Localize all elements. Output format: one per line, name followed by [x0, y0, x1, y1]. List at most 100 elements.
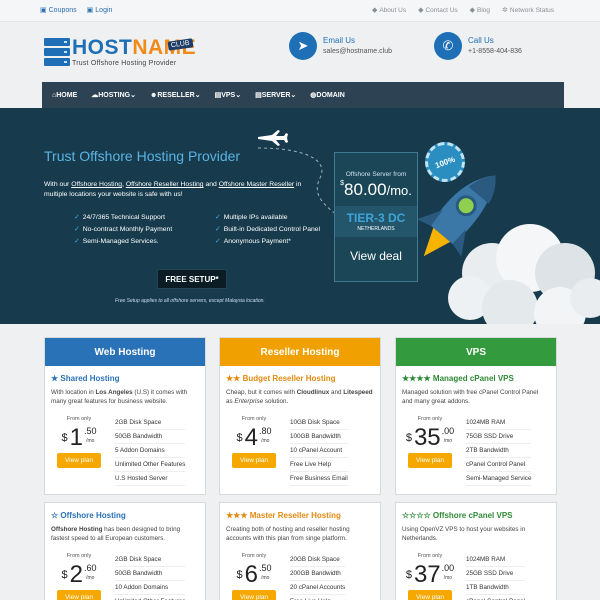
plan-feature-item: 25GB SSD Drive	[466, 567, 526, 581]
nav-hosting[interactable]: ☁HOSTING⌄	[91, 91, 136, 99]
network-status-link[interactable]: ✲ Network Status	[502, 6, 554, 14]
plan-description: Using OpenVZ VPS to host your websites i…	[402, 526, 526, 542]
nav-vps[interactable]: ▤VPS⌄	[215, 91, 242, 99]
plan-feature-item: cPanel Control Panel	[466, 458, 532, 472]
from-only-label: From only	[417, 553, 443, 559]
chevron-down-icon: ⌄	[130, 92, 136, 99]
blog-link[interactable]: ◆ Blog	[470, 6, 490, 14]
view-plan-button[interactable]: View plan	[407, 453, 453, 468]
coupons-link[interactable]: ▣ Coupons	[40, 6, 77, 14]
about-us-link[interactable]: ◆ About Us	[372, 6, 406, 14]
plan-feature-item: 10GB Disk Space	[290, 416, 348, 430]
plan-feature-item: Unlimited Other Features	[115, 595, 185, 600]
from-only-label: From only	[66, 416, 92, 422]
hero-banner: Trust Offshore Hosting Provider With our…	[0, 108, 600, 324]
plan-price: $4.80/mo	[236, 424, 272, 451]
feature-item: ✓ Built-in Dedicated Control Panel	[215, 226, 321, 233]
plan-price: $6.50/mo	[236, 561, 272, 588]
offshore-reseller-link[interactable]: Offshore Reseller Hosting	[126, 181, 204, 188]
star-rating-icon: ☆☆☆☆	[402, 511, 431, 520]
email-value: sales@hostname.club	[323, 48, 392, 55]
chevron-down-icon: ⌄	[235, 92, 242, 99]
login-link[interactable]: ▣ Login	[87, 6, 113, 14]
logo-host-text: HOST	[72, 36, 133, 59]
check-icon: ✓	[74, 226, 80, 233]
view-deal-button[interactable]: View deal	[335, 249, 417, 263]
plan-feature-item: 10 cPanel Account	[290, 444, 348, 458]
phone-contact[interactable]: ✆ Call Us +1-8558-404-836	[434, 32, 522, 60]
star-rating-icon: ★★	[226, 374, 241, 383]
phone-icon: ✆	[434, 32, 462, 60]
plan-description: Offshore Hosting has been designed to br…	[51, 526, 181, 542]
tag-icon: ▣	[40, 7, 47, 14]
star-rating-icon: ☆	[51, 511, 59, 520]
plan-feature-item: Unlimited Other Features	[115, 458, 186, 472]
plan-feature-item: 20 cPanel Accounts	[290, 581, 346, 595]
offshore-hosting-link[interactable]: Offshore Hosting	[71, 181, 122, 188]
plan-feature-item: 2GB Disk Space	[115, 416, 186, 430]
view-plan-button[interactable]: View plan	[56, 453, 102, 468]
card-header: VPS	[396, 338, 556, 366]
site-logo[interactable]: HOSTNAME CLUB Trust Offshore Hosting Pro…	[44, 36, 196, 72]
chevron-down-icon: ⌄	[290, 92, 297, 99]
view-plan-button[interactable]: View plan	[407, 590, 453, 600]
contact-us-link[interactable]: ◆ Contact Us	[418, 6, 458, 14]
plan-feature-item: 5 Addon Domains	[115, 444, 186, 458]
plan: ★★ Budget Reseller Hosting Cheap, but it…	[220, 374, 380, 486]
paper-plane-icon: ➤	[289, 32, 317, 60]
email-contact[interactable]: ➤ Email Us sales@hostname.club	[289, 32, 392, 60]
plan-feature-item: 20GB Disk Space	[290, 553, 346, 567]
plan-feature-item: 50GB Bandwidth	[115, 567, 186, 581]
view-plan-button[interactable]: View plan	[56, 590, 102, 600]
from-only-label: From only	[66, 553, 92, 559]
star-rating-icon: ★	[51, 374, 59, 383]
plan: ★ Shared Hosting With location in Los An…	[45, 374, 205, 486]
main-nav: ⌂HOME ☁HOSTING⌄ ☻RESELLER⌄ ▤VPS⌄ ▤SERVER…	[42, 82, 564, 108]
feature-item: ✓ No-contract Monthly Payment	[74, 226, 173, 233]
view-plan-button[interactable]: View plan	[231, 590, 277, 600]
logo-tagline: Trust Offshore Hosting Provider	[72, 60, 177, 67]
check-icon: ✓	[215, 238, 221, 245]
plan-description: Managed solution with free cPanel Contro…	[402, 389, 539, 405]
nav-reseller[interactable]: ☻RESELLER⌄	[150, 91, 201, 99]
pricing-card: ☆ Offshore Hosting Offshore Hosting has …	[44, 502, 206, 600]
check-icon: ✓	[74, 238, 80, 245]
plan-feature-item: 200GB Bandwidth	[290, 567, 346, 581]
nav-domain[interactable]: ◍DOMAIN	[310, 91, 345, 99]
tag-icon: ◆	[469, 7, 476, 14]
plan-feature-item: 100GB Bandwidth	[290, 430, 348, 444]
plan-name[interactable]: ★★★★ Managed cPanel VPS	[402, 374, 556, 383]
feature-list-left: ✓ 24/7/365 Technical Support ✓ No-contract…	[74, 212, 172, 248]
plan-feature-item: 75GB SSD Drive	[466, 430, 532, 444]
phone-value: +1-8558-404-836	[468, 48, 522, 55]
check-icon: ✓	[74, 214, 80, 221]
feature-item: ✓ Multiple IPs available	[215, 214, 288, 221]
plan-description: With location in Los Angeles (U.S) it co…	[51, 389, 188, 405]
pricing-card: VPS ★★★★ Managed cPanel VPS Managed solu…	[395, 337, 557, 495]
plan-name[interactable]: ☆ Offshore Hosting	[51, 511, 205, 520]
free-setup-button[interactable]: FREE SETUP*	[157, 269, 227, 289]
star-rating-icon: ★★★	[226, 511, 248, 520]
plan: ☆☆☆☆ Offshore cPanel VPS Using OpenVZ VP…	[396, 511, 556, 600]
plan-name[interactable]: ☆☆☆☆ Offshore cPanel VPS	[402, 511, 556, 520]
plan-name[interactable]: ★★★ Master Reseller Hosting	[226, 511, 380, 520]
feature-item: ✓ Semi-Managed Services.	[74, 238, 159, 245]
plan-price: $35.00/mo	[405, 424, 455, 451]
pricing-card: ☆☆☆☆ Offshore cPanel VPS Using OpenVZ VP…	[395, 502, 557, 600]
card-header: Reseller Hosting	[220, 338, 380, 366]
server-stack-icon	[44, 38, 70, 68]
offshore-master-reseller-link[interactable]: Offshore Master Reseller	[219, 181, 294, 188]
plan-name[interactable]: ★★ Budget Reseller Hosting	[226, 374, 380, 383]
view-plan-button[interactable]: View plan	[231, 453, 277, 468]
offer-box: Offshore Server from $80.00/mo. TIER-3 D…	[334, 152, 418, 282]
plan: ☆ Offshore Hosting Offshore Hosting has …	[45, 511, 205, 600]
feature-item: ✓ Anonymous Payment*	[215, 238, 291, 245]
plan-name[interactable]: ★ Shared Hosting	[51, 374, 205, 383]
email-label: Email Us	[323, 36, 356, 45]
from-only-label: From only	[241, 553, 267, 559]
tier-badge: TIER-3 DC NETHERLANDS	[335, 206, 417, 237]
feature-item: ✓ 24/7/365 Technical Support	[74, 214, 165, 221]
plan-feature-item: 2GB Disk Space	[115, 553, 186, 567]
nav-home[interactable]: ⌂HOME	[52, 92, 77, 99]
nav-server[interactable]: ▤SERVER⌄	[255, 91, 296, 99]
